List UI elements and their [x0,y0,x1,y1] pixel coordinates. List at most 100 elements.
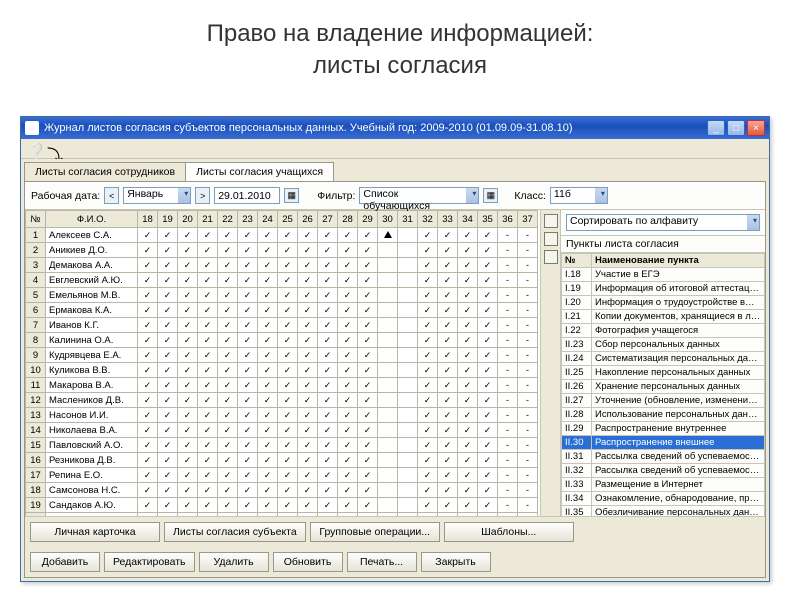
grid-cell[interactable]: ✓ [418,258,438,273]
date-input[interactable] [214,187,280,204]
grid-cell[interactable]: ✓ [178,393,198,408]
points-col-name[interactable]: Наименование пункта [592,254,765,268]
grid-cell[interactable]: ✓ [138,408,158,423]
grid-cell[interactable]: ✓ [238,363,258,378]
grid-cell[interactable]: ✓ [278,333,298,348]
row-num[interactable]: 6 [26,303,46,318]
calendar-icon[interactable]: ▦ [284,188,299,203]
grid-cell[interactable]: ✓ [338,378,358,393]
close-button[interactable]: × [747,120,765,136]
grid-cell[interactable]: ✓ [238,393,258,408]
grid-cell[interactable]: ✓ [458,468,478,483]
grid-cell[interactable]: - [518,333,538,348]
row-fio[interactable]: Маслеников Д.В. [46,393,138,408]
grid-cell[interactable] [398,273,418,288]
grid-cell[interactable]: ✓ [218,468,238,483]
grid-cell[interactable]: ✓ [298,378,318,393]
button--[interactable]: Шаблоны... [444,522,574,542]
grid-cell[interactable]: ✓ [438,393,458,408]
grid-cell[interactable]: ✓ [458,288,478,303]
grid-cell[interactable]: ✓ [258,423,278,438]
grid-cell[interactable]: ✓ [438,363,458,378]
grid-cell[interactable]: ✓ [238,228,258,243]
row-fio[interactable]: Сандаков А.Ю. [46,498,138,513]
grid-cell[interactable]: ✓ [198,393,218,408]
row-fio[interactable]: Емельянов М.В. [46,288,138,303]
grid-cell[interactable] [398,228,418,243]
grid-cell[interactable] [398,243,418,258]
grid-cell[interactable] [398,498,418,513]
grid-cell[interactable] [398,438,418,453]
grid-cell[interactable]: ✓ [278,303,298,318]
grid-cell[interactable]: ✓ [358,243,378,258]
grid-cell[interactable]: ✓ [158,453,178,468]
grid-cell[interactable]: ✓ [278,288,298,303]
grid-cell[interactable]: ✓ [218,408,238,423]
grid-cell[interactable]: ✓ [438,318,458,333]
grid-cell[interactable]: - [518,393,538,408]
grid-cell[interactable]: ✓ [418,363,438,378]
grid-cell[interactable]: ✓ [318,303,338,318]
grid-cell[interactable]: - [518,408,538,423]
grid-cell[interactable]: ✓ [138,333,158,348]
grid-cell[interactable]: ✓ [278,348,298,363]
grid-cell[interactable] [398,393,418,408]
grid-cell[interactable]: ✓ [298,498,318,513]
grid-cell[interactable]: ✓ [218,393,238,408]
grid-cell[interactable]: ✓ [258,288,278,303]
grid-cell[interactable]: ✓ [318,258,338,273]
grid-cell[interactable]: ✓ [318,408,338,423]
grid-cell[interactable]: ✓ [478,258,498,273]
grid-cell[interactable]: ✓ [478,243,498,258]
grid-cell[interactable]: - [498,468,518,483]
grid-cell[interactable]: - [498,408,518,423]
grid-cell[interactable] [378,333,398,348]
grid-cell[interactable]: ✓ [418,483,438,498]
grid-cell[interactable]: ✓ [298,408,318,423]
grid-cell[interactable]: ✓ [138,348,158,363]
grid-cell[interactable]: ✓ [358,303,378,318]
grid-cell[interactable]: ✓ [278,243,298,258]
grid-cell[interactable]: ✓ [258,273,278,288]
grid-cell[interactable]: ✓ [198,348,218,363]
grid-cell[interactable]: ✓ [178,273,198,288]
filter-combo[interactable]: Список обучающихся [359,187,479,204]
grid-cell[interactable]: ✓ [358,453,378,468]
grid-cell[interactable]: ✓ [138,423,158,438]
grid-cell[interactable]: ✓ [158,363,178,378]
grid-cell[interactable]: ✓ [458,453,478,468]
grid-cell[interactable]: ✓ [178,408,198,423]
grid-cell[interactable] [398,318,418,333]
grid-cell[interactable]: ✓ [238,273,258,288]
month-combo[interactable]: Январь [123,187,191,204]
sort-combo[interactable]: Сортировать по алфавиту [566,214,760,231]
grid-cell[interactable] [398,303,418,318]
points-row[interactable]: II.34Ознакомление, обнародование, предо [562,492,765,506]
prev-month-button[interactable]: < [104,187,119,204]
grid-cell[interactable]: ✓ [458,228,478,243]
grid-cell[interactable]: ✓ [178,243,198,258]
grid-cell[interactable] [398,333,418,348]
grid-cell[interactable]: ✓ [258,393,278,408]
grid-cell[interactable]: ✓ [238,438,258,453]
button--[interactable]: Добавить [30,552,100,572]
row-num[interactable]: 7 [26,318,46,333]
grid-cell[interactable]: ✓ [178,438,198,453]
grid-cell[interactable]: ✓ [318,288,338,303]
grid-cell[interactable] [398,468,418,483]
grid-cell[interactable]: ✓ [198,333,218,348]
row-fio[interactable]: Ермакова К.А. [46,303,138,318]
grid-cell[interactable]: ✓ [438,228,458,243]
grid-cell[interactable]: ✓ [258,243,278,258]
grid-cell[interactable]: ✓ [358,483,378,498]
grid-cell[interactable]: ✓ [138,243,158,258]
grid-cell[interactable]: ✓ [418,243,438,258]
grid-cell[interactable]: ✓ [158,423,178,438]
grid-cell[interactable]: ✓ [278,423,298,438]
grid-cell[interactable]: ✓ [198,318,218,333]
grid-cell[interactable]: ✓ [178,483,198,498]
grid-cell[interactable]: - [498,348,518,363]
grid-cell[interactable]: ✓ [238,318,258,333]
grid-cell[interactable]: ✓ [358,363,378,378]
grid-cell[interactable]: ✓ [338,258,358,273]
